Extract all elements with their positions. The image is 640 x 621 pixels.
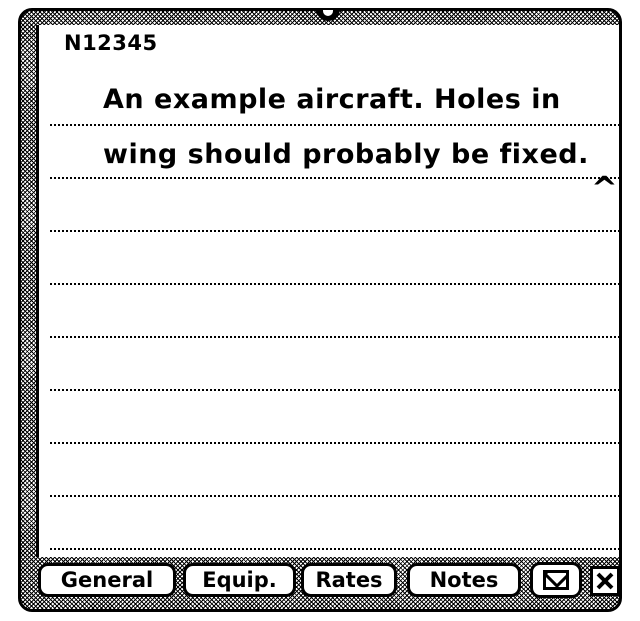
- aircraft-id-label: N12345: [64, 31, 158, 55]
- close-button[interactable]: [590, 566, 620, 596]
- mail-button[interactable]: [530, 562, 582, 598]
- ruled-line: [50, 495, 620, 497]
- ruled-line: [50, 442, 620, 444]
- note-line-1[interactable]: An example aircraft. Holes in: [103, 84, 561, 115]
- rates-tab-button[interactable]: Rates: [301, 563, 397, 597]
- notes-tab-button[interactable]: Notes: [407, 563, 521, 597]
- equip-tab-button[interactable]: Equip.: [183, 563, 296, 597]
- note-line-2[interactable]: wing should probably be fixed.: [103, 139, 589, 170]
- close-icon: [596, 572, 614, 590]
- ruled-line: [50, 548, 620, 550]
- general-tab-button[interactable]: General: [38, 563, 176, 597]
- ruled-line: [50, 336, 620, 338]
- ruled-line: [50, 177, 620, 179]
- mail-icon: [543, 570, 569, 590]
- ruled-line: [50, 124, 620, 126]
- ruled-line: [50, 230, 620, 232]
- ruled-line: [50, 283, 620, 285]
- ruled-line: [50, 389, 620, 391]
